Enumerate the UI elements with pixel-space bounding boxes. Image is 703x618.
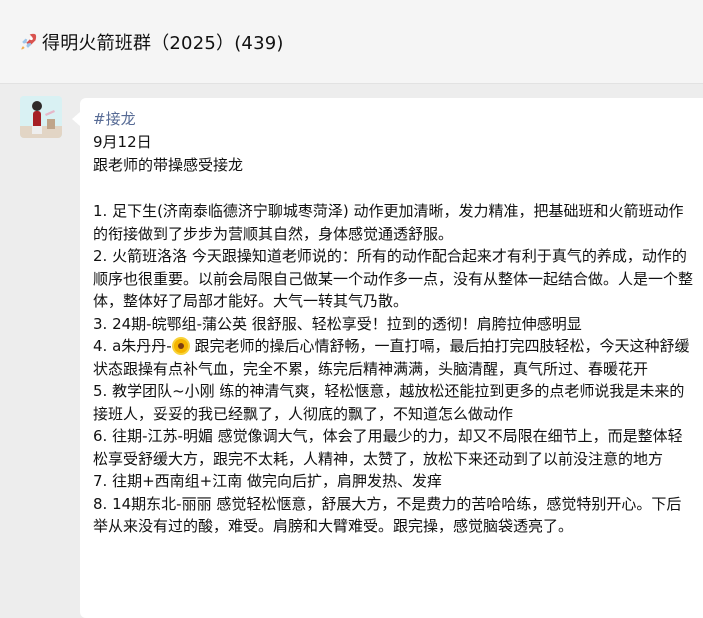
- list-item: 8. 14期东北-丽丽 感觉轻松惬意，舒展大方，不是费力的苦哈哈练，感觉特别开心…: [93, 494, 682, 536]
- chat-header: 得明火箭班群（2025）(439): [0, 0, 703, 84]
- sender-avatar[interactable]: [20, 96, 62, 138]
- message-bubble[interactable]: #接龙 9月12日 跟老师的带操感受接龙 1. 足下生(济南泰临德济宁聊城枣菏泽…: [72, 98, 703, 618]
- message-subtitle: 跟老师的带操感受接龙: [93, 156, 244, 174]
- list-item: 6. 往期-江苏-明媚 感觉像调大气，体会了用最少的力，却又不局限在细节上，而是…: [93, 427, 683, 468]
- avatar-image: [20, 96, 62, 138]
- list-item: 3. 24期-皖鄂组-蒲公英 很舒服、轻松享受！拉到的透彻！肩胯拉伸感明显: [93, 314, 582, 333]
- chat-title: 得明火箭班群（2025）(439): [18, 29, 284, 55]
- list-item: 1. 足下生(济南泰临德济宁聊城枣菏泽) 动作更加清晰，发力精准，把基础班和火箭…: [93, 202, 684, 243]
- message-date: 9月12日: [93, 133, 152, 151]
- list-item-prefix: 4. a朱丹丹-: [93, 337, 172, 355]
- list-item: 5. 教学团队~小刚 练的神清气爽，轻松惬意，越放松还能拉到更多的点老师说我是未…: [93, 382, 685, 423]
- list-item: 4. a朱丹丹- 跟完老师的操后心情舒畅，一直打嗝，最后拍打完四肢轻松，今天这种…: [93, 335, 693, 380]
- chat-area: #接龙 9月12日 跟老师的带操感受接龙 1. 足下生(济南泰临德济宁聊城枣菏泽…: [0, 84, 703, 618]
- hashtag-link[interactable]: #接龙: [93, 108, 703, 131]
- rocket-icon: [21, 33, 37, 49]
- sunflower-icon: [173, 339, 188, 353]
- group-name: 得明火箭班群（2025）(439): [42, 32, 284, 54]
- list-item: 2. 火箭班洛洛 今天跟操知道老师说的：所有的动作配合起来才有利于真气的养成，动…: [93, 247, 694, 310]
- list-item: 7. 往期+西南组+江南 做完向后扩，肩胛发热、发痒: [93, 472, 442, 490]
